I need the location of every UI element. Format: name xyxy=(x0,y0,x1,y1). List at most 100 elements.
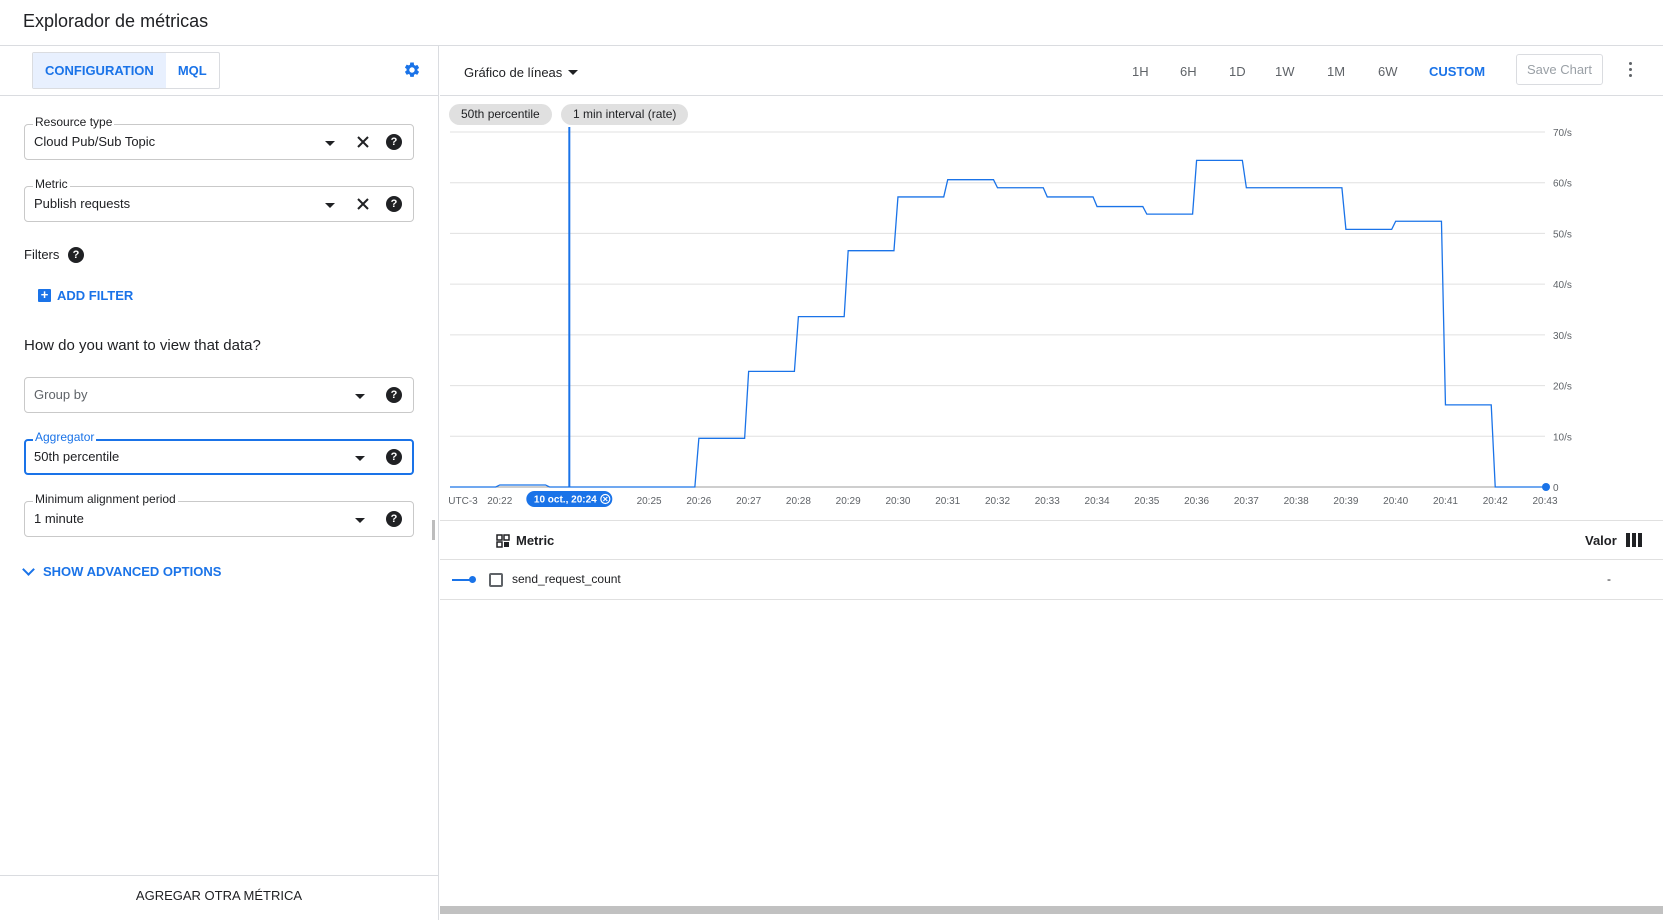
x-tick-label: 20:34 xyxy=(1085,496,1110,507)
columns-icon[interactable] xyxy=(1626,533,1644,547)
metric-select[interactable]: Metric Publish requests ? xyxy=(24,177,414,222)
chevron-down-icon[interactable] xyxy=(355,456,365,461)
x-tick-label: 20:41 xyxy=(1433,496,1458,507)
horizontal-scrollbar[interactable] xyxy=(440,906,1663,914)
tab-mql[interactable]: MQL xyxy=(166,53,219,88)
range-1d-button[interactable]: 1D xyxy=(1229,64,1246,79)
page-title: Explorador de métricas xyxy=(23,11,209,31)
legend-row[interactable]: send_request_count - xyxy=(440,560,1663,600)
advanced-options-label: SHOW ADVANCED OPTIONS xyxy=(43,564,222,579)
x-tick-label: 20:29 xyxy=(836,496,861,507)
resource-type-select[interactable]: Resource type Cloud Pub/Sub Topic ? xyxy=(24,115,414,160)
help-icon[interactable]: ? xyxy=(386,196,402,212)
mode-tabs: CONFIGURATION MQL xyxy=(32,52,220,89)
x-tick-label: 20:40 xyxy=(1383,496,1408,507)
add-filter-label: ADD FILTER xyxy=(57,288,134,303)
aggregator-select[interactable]: Aggregator 50th percentile ? xyxy=(24,430,414,475)
x-tick-label: UTC-3 xyxy=(448,496,478,507)
metric-value: Publish requests xyxy=(34,196,131,211)
chart-panel: Gráfico de líneas 1H 6H 1D 1W 1M 6W CUST… xyxy=(440,46,1663,920)
chevron-down-icon[interactable] xyxy=(325,203,335,208)
x-tick-label: 20:42 xyxy=(1483,496,1508,507)
aggregator-value: 50th percentile xyxy=(34,449,120,464)
add-filter-button[interactable]: + ADD FILTER xyxy=(38,288,133,303)
legend-header: Metric Valor xyxy=(440,520,1663,560)
help-icon[interactable]: ? xyxy=(386,387,402,403)
aggregator-chip[interactable]: 50th percentile xyxy=(449,104,552,125)
x-tick-label: 20:39 xyxy=(1333,496,1358,507)
series-swatch xyxy=(452,576,476,583)
range-6w-button[interactable]: 6W xyxy=(1378,64,1398,79)
help-icon[interactable]: ? xyxy=(386,511,402,527)
filters-label: Filters ? xyxy=(24,247,84,263)
chart-toolbar: Gráfico de líneas 1H 6H 1D 1W 1M 6W CUST… xyxy=(440,46,1663,96)
y-tick-label: 0 xyxy=(1553,483,1559,494)
chevron-down-icon xyxy=(22,563,35,576)
x-tick-label: 20:43 xyxy=(1532,496,1557,507)
alignment-period-value: 1 minute xyxy=(34,511,84,526)
series-name: send_request_count xyxy=(512,572,621,586)
more-vert-icon[interactable] xyxy=(1629,62,1633,78)
range-custom-button[interactable]: CUSTOM xyxy=(1429,64,1485,79)
group-by-select[interactable]: Group by ? xyxy=(24,377,414,413)
dashboard-icon[interactable] xyxy=(496,534,510,548)
panel-resize-handle[interactable] xyxy=(432,520,435,540)
clear-icon[interactable] xyxy=(355,134,371,150)
clear-icon[interactable] xyxy=(355,196,371,212)
line-chart[interactable]: 0 10/s 20/s 30/s 40/s 50/s 60/s 70/s UTC-3 20:22 2… xyxy=(440,126,1663,526)
view-question-heading: How do you want to view that data? xyxy=(24,337,261,354)
x-tick-label: 20:26 xyxy=(686,496,711,507)
x-tick-label: 20:38 xyxy=(1284,496,1309,507)
chevron-down-icon[interactable] xyxy=(355,518,365,523)
config-panel: CONFIGURATION MQL Resource type Cloud Pu… xyxy=(0,46,439,920)
x-tick-label: 20:37 xyxy=(1234,496,1259,507)
chart-type-dropdown[interactable]: Gráfico de líneas xyxy=(464,65,579,80)
x-tick-label: 20:33 xyxy=(1035,496,1060,507)
y-tick-label: 20/s xyxy=(1553,382,1572,393)
help-icon[interactable]: ? xyxy=(68,247,84,263)
help-icon[interactable]: ? xyxy=(386,449,402,465)
alignment-period-select[interactable]: Minimum alignment period 1 minute ? xyxy=(24,492,414,537)
resource-type-label: Resource type xyxy=(33,115,115,129)
x-tick-label: 20:35 xyxy=(1134,496,1159,507)
gear-icon[interactable] xyxy=(403,61,421,79)
legend-metric-header: Metric xyxy=(516,533,555,548)
series-value: - xyxy=(1607,572,1611,586)
save-chart-button[interactable]: Save Chart xyxy=(1516,54,1603,85)
range-1m-button[interactable]: 1M xyxy=(1327,64,1345,79)
y-tick-label: 40/s xyxy=(1553,280,1572,291)
series-line xyxy=(450,159,1545,488)
series-checkbox[interactable] xyxy=(489,573,503,587)
x-tick-label: 20:28 xyxy=(786,496,811,507)
tabs-row: CONFIGURATION MQL xyxy=(0,46,438,96)
legend-value-header: Valor xyxy=(1585,533,1617,548)
range-1h-button[interactable]: 1H xyxy=(1132,64,1149,79)
group-by-placeholder: Group by xyxy=(34,387,88,402)
series-endpoint xyxy=(1542,483,1550,491)
chevron-down-icon[interactable] xyxy=(355,394,365,399)
x-tick-label: 20:30 xyxy=(885,496,910,507)
x-tick-label: 20:22 xyxy=(487,496,512,507)
help-icon[interactable]: ? xyxy=(386,134,402,150)
interval-chip[interactable]: 1 min interval (rate) xyxy=(561,104,689,125)
range-1w-button[interactable]: 1W xyxy=(1275,64,1295,79)
add-metric-button[interactable]: AGREGAR OTRA MÉTRICA xyxy=(0,875,438,920)
tab-configuration[interactable]: CONFIGURATION xyxy=(33,53,166,88)
chevron-down-icon[interactable] xyxy=(325,141,335,146)
x-tick-label: 20:32 xyxy=(985,496,1010,507)
show-advanced-options-button[interactable]: SHOW ADVANCED OPTIONS xyxy=(21,563,222,579)
range-6h-button[interactable]: 6H xyxy=(1180,64,1197,79)
alignment-period-label: Minimum alignment period xyxy=(33,492,178,506)
y-tick-label: 10/s xyxy=(1553,432,1572,443)
y-tick-label: 70/s xyxy=(1553,128,1572,139)
y-tick-label: 50/s xyxy=(1553,229,1572,240)
aggregator-label: Aggregator xyxy=(33,430,97,444)
cursor-label: 10 oct., 20:24 xyxy=(534,495,597,506)
header: Explorador de métricas xyxy=(0,0,1663,46)
x-tick-label: 20:36 xyxy=(1184,496,1209,507)
y-tick-label: 60/s xyxy=(1553,179,1572,190)
x-tick-label: 20:25 xyxy=(637,496,662,507)
chart-type-label: Gráfico de líneas xyxy=(464,65,563,80)
x-tick-label: 20:31 xyxy=(935,496,960,507)
y-tick-label: 30/s xyxy=(1553,331,1572,342)
